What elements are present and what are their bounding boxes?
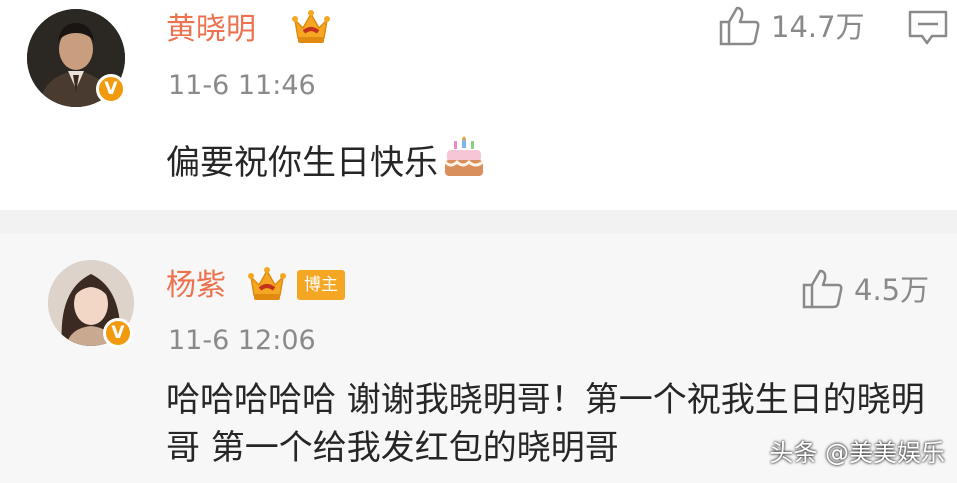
blogger-badge: 博主 [297,270,345,300]
comment-item: V 杨紫 博主 11-6 12:06 哈哈哈哈哈 谢谢我晓明哥！第一个祝我生日的… [0,234,957,483]
like-button[interactable]: 4.5万 [800,267,929,309]
like-button[interactable]: 14.7万 [717,4,865,46]
thumbs-up-icon [719,6,760,46]
verified-badge-icon: V [96,74,126,104]
comment-timestamp: 11-6 12:06 [168,325,316,356]
comment-text: 偏要祝你生日快乐 [166,136,486,187]
comment-timestamp: 11-6 11:46 [168,70,316,101]
like-count: 14.7万 [771,10,865,44]
username[interactable]: 黄晓明 [166,13,256,47]
crown-icon [248,267,286,300]
cake-icon [443,136,484,176]
verified-badge-icon: V [103,318,133,348]
watermark: 头条 @美美娱乐 [769,439,945,467]
username[interactable]: 杨紫 [166,269,226,303]
comment-divider [0,210,957,234]
reply-comment-icon[interactable] [908,10,948,46]
thumbs-up-icon [802,269,843,309]
comment-item: V 黄晓明 11-6 11:46 偏要祝你生日快乐 14.7万 [0,0,957,210]
comment-text-content: 偏要祝你生日快乐 [166,143,438,183]
like-count: 4.5万 [854,273,930,307]
crown-icon [292,10,330,43]
